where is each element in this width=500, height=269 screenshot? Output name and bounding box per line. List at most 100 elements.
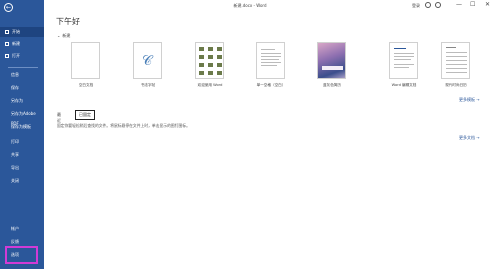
text-line: [394, 67, 409, 68]
template-thumbnail: [317, 42, 346, 79]
template-thumbnail: [441, 42, 470, 79]
image-tile-icon: [208, 47, 213, 51]
folder-icon: [5, 54, 9, 58]
template-caption: 欢迎使用 Word: [197, 83, 223, 87]
back-button[interactable]: ←: [4, 3, 13, 12]
image-tile-icon: [208, 55, 213, 59]
galaxy-image: [318, 43, 345, 78]
calligraphy-glyph-icon: 𝒞: [142, 53, 153, 69]
heading-line: [446, 47, 456, 48]
template-caption: 蓝灰色简历: [323, 83, 341, 87]
heading-line: [394, 48, 406, 49]
text-line: [394, 53, 414, 54]
pinned-info-text: 固定你要轻松稍后查找的文件。将鼠标悬停在文件上时，单击显示的图钉图标。: [57, 123, 190, 128]
nav-save-as-template-label: 保存为模板: [11, 124, 31, 129]
template-calligraphy[interactable]: 𝒞 书法字帖: [118, 42, 178, 92]
options-highlight-box: [5, 246, 38, 264]
nav-home-label: 开始: [12, 29, 20, 34]
image-tile-icon: [199, 47, 204, 51]
close-button[interactable]: ✕: [485, 1, 490, 9]
template-word-edit[interactable]: Word 编辑文档: [374, 42, 434, 92]
calendar-row: [446, 72, 467, 73]
nav-new[interactable]: 新建: [0, 39, 44, 49]
title-bar: 新建.docx - Word 登录 — ☐ ✕: [0, 0, 500, 11]
image-tile-icon: [199, 63, 204, 67]
image-tile-icon: [217, 55, 222, 59]
back-arrow-icon: ←: [5, 4, 12, 11]
text-line: [261, 53, 281, 54]
template-caption: 现代时尚日历: [445, 83, 467, 87]
template-single-spaced[interactable]: 单一空格（空白）: [241, 42, 301, 92]
nav-new-label: 新建: [12, 41, 20, 46]
calendar-row: [446, 64, 467, 65]
nav-home[interactable]: 开始: [0, 27, 44, 37]
template-blank-document[interactable]: 空白文档: [56, 42, 116, 92]
template-thumbnail: [195, 42, 224, 79]
nav-save-as[interactable]: 另存为: [0, 96, 44, 106]
nav-export-label: 导出: [11, 165, 19, 170]
new-document-icon: [5, 42, 9, 46]
nav-save-label: 保存: [11, 85, 19, 90]
text-line: [261, 56, 281, 57]
nav-close[interactable]: 关闭: [0, 176, 44, 186]
nav-open[interactable]: 打开: [0, 51, 44, 61]
nav-export[interactable]: 导出: [0, 163, 44, 173]
image-tile-icon: [208, 71, 213, 75]
image-tile-icon: [199, 55, 204, 59]
nav-save-as-label: 另存为: [11, 98, 23, 103]
nav-print[interactable]: 打印: [0, 137, 44, 147]
nav-info[interactable]: 信息: [0, 70, 44, 80]
nav-save[interactable]: 保存: [0, 83, 44, 93]
template-caption: 空白文档: [78, 83, 94, 87]
image-tile-icon: [217, 47, 222, 51]
chevron-down-icon: ⌄: [57, 33, 61, 38]
template-welcome-word[interactable]: 欢迎使用 Word: [180, 42, 240, 92]
nav-save-as-template[interactable]: 保存为模板: [0, 122, 44, 132]
template-thumbnail: [256, 42, 285, 79]
name-band: [322, 66, 343, 70]
template-thumbnail: 𝒞: [133, 42, 162, 79]
minimize-button[interactable]: —: [456, 1, 462, 9]
text-line: [261, 59, 279, 60]
nav-share[interactable]: 共享: [0, 150, 44, 160]
nav-info-label: 信息: [11, 72, 19, 77]
text-line: [394, 56, 414, 57]
nav-share-label: 共享: [11, 152, 19, 157]
calendar-row: [446, 56, 467, 57]
backstage-sidebar: ← 开始 新建 打开 信息 保存 另存为 另存为Adobe PDF 保存为模板 …: [0, 0, 44, 269]
calendar-row: [446, 68, 467, 69]
image-tile-icon: [217, 71, 222, 75]
nav-open-label: 打开: [12, 53, 20, 58]
text-line: [394, 59, 411, 60]
nav-account[interactable]: 帐户: [0, 224, 44, 234]
image-tile-icon: [208, 63, 213, 67]
calendar-row: [446, 52, 467, 53]
text-line: [261, 65, 277, 66]
text-line: [261, 49, 275, 50]
greeting-heading: 下午好: [56, 17, 80, 26]
tab-pinned[interactable]: 已固定: [75, 110, 95, 120]
template-thumbnail: [71, 42, 100, 79]
more-templates-link[interactable]: 更多模板 →: [459, 97, 480, 103]
image-tile-icon: [217, 63, 222, 67]
home-icon: [5, 30, 9, 34]
nav-account-label: 帐户: [11, 226, 19, 231]
maximize-button[interactable]: ☐: [470, 1, 475, 9]
new-section-header[interactable]: ⌄ 新建: [57, 33, 70, 39]
template-thumbnail: [389, 42, 418, 79]
nav-print-label: 打印: [11, 139, 19, 144]
image-tile-icon: [199, 71, 204, 75]
template-blue-gray-resume[interactable]: 蓝灰色简历: [302, 42, 362, 92]
help-icon[interactable]: [435, 2, 441, 8]
template-modern-calendar[interactable]: 现代时尚日历: [426, 42, 486, 92]
text-line: [394, 64, 414, 65]
text-line: [261, 62, 281, 63]
smiley-icon[interactable]: [425, 2, 431, 8]
sign-in-link[interactable]: 登录: [412, 3, 420, 9]
sidebar-divider: [8, 67, 38, 68]
template-caption: 单一空格（空白）: [256, 83, 286, 87]
template-caption: 书法字帖: [140, 83, 156, 87]
calendar-row: [446, 60, 467, 61]
nav-save-as-pdf[interactable]: 另存为Adobe PDF: [0, 109, 44, 126]
more-documents-link[interactable]: 更多文档 →: [459, 135, 480, 141]
